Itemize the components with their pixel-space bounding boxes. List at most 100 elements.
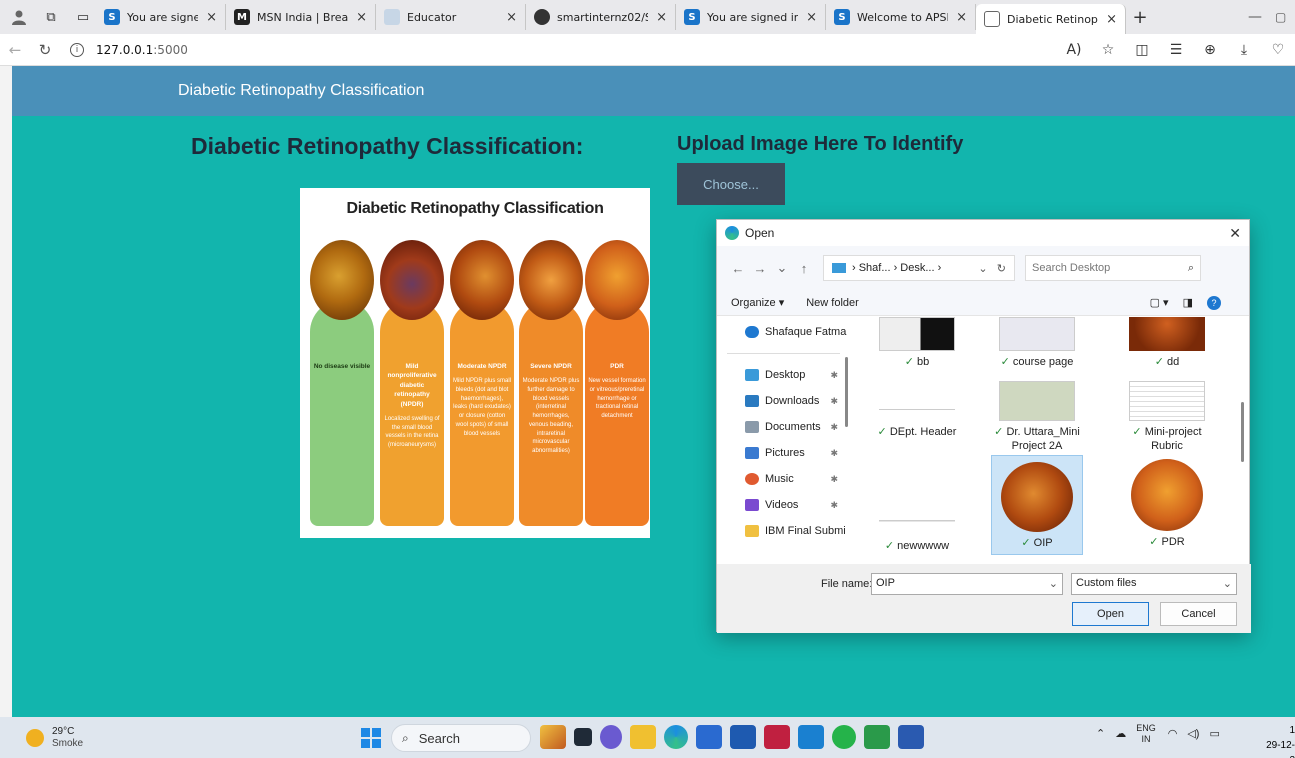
pycharm-icon[interactable] — [864, 725, 890, 749]
back-icon[interactable]: ← — [0, 41, 30, 59]
tab-educator[interactable]: Educator × — [376, 4, 526, 30]
tab-github[interactable]: smartinternz02/SI-C × — [526, 4, 676, 30]
close-icon[interactable]: × — [356, 10, 367, 25]
minimize-icon[interactable]: — — [1235, 9, 1275, 25]
tab-msn[interactable]: M MSN India | Breakin × — [226, 4, 376, 30]
file-item-course-page[interactable]: ✓ course page — [993, 317, 1081, 369]
open-button[interactable]: Open — [1072, 602, 1149, 626]
split-screen-icon[interactable]: ◫ — [1125, 42, 1159, 58]
nav-item-downloads[interactable]: Downloads ✱ — [717, 388, 850, 414]
nav-item-desktop[interactable]: Desktop ✱ — [717, 362, 850, 388]
info-icon[interactable]: i — [70, 42, 84, 57]
forward-icon[interactable]: → — [749, 261, 771, 276]
downloads-icon[interactable]: ⤓ — [1227, 42, 1261, 58]
organize-button[interactable]: Organize ▾ — [731, 296, 784, 309]
close-icon[interactable]: × — [506, 10, 517, 25]
lens-icon[interactable] — [730, 725, 756, 749]
file-item-newwwww[interactable]: ✓ newwwww — [873, 459, 961, 553]
scrollbar[interactable] — [845, 357, 848, 427]
file-item-pdr[interactable]: ✓ PDR — [1123, 459, 1211, 549]
mcafee-icon[interactable] — [764, 725, 790, 749]
chevron-down-icon[interactable]: ⌄ — [771, 260, 793, 276]
view-options-icon[interactable]: ▢ ▾ — [1150, 296, 1169, 309]
pin-icon[interactable]: ✱ — [830, 396, 838, 407]
nav-item-videos[interactable]: Videos ✱ — [717, 492, 850, 518]
app-icon[interactable] — [798, 725, 824, 749]
close-icon[interactable]: × — [1106, 12, 1117, 27]
back-icon[interactable]: ← — [727, 261, 749, 276]
close-icon[interactable]: × — [956, 10, 967, 25]
close-icon[interactable]: × — [206, 10, 217, 25]
store-icon[interactable] — [696, 725, 722, 749]
file-name-field[interactable]: OIP ⌄ — [871, 573, 1063, 595]
whatsapp-icon[interactable] — [832, 725, 856, 749]
battery-icon[interactable]: ▭ — [1209, 727, 1219, 740]
refresh-icon[interactable]: ⌄ ↻ — [978, 262, 1006, 275]
up-icon[interactable]: ↑ — [793, 261, 815, 276]
scrollbar[interactable] — [1241, 402, 1244, 462]
tab-actions-icon[interactable]: ▭ — [70, 4, 96, 30]
wifi-icon[interactable]: ◠ — [1168, 727, 1178, 740]
refresh-icon[interactable]: ↻ — [30, 41, 60, 59]
preview-pane-icon[interactable]: ◨ — [1183, 296, 1193, 309]
chevron-down-icon[interactable]: ⌄ — [1223, 577, 1232, 590]
edge-icon[interactable] — [664, 725, 688, 749]
favorites-icon[interactable]: ☰ — [1159, 42, 1193, 58]
tab-signed-in-1[interactable]: S You are signed in as × — [96, 4, 226, 30]
workspaces-icon[interactable]: ⧉ — [38, 4, 64, 30]
profile-icon[interactable] — [6, 4, 32, 30]
collections-icon[interactable]: ⊕ — [1193, 42, 1227, 58]
tab-apsit[interactable]: S Welcome to APSIT × — [826, 4, 976, 30]
nav-item-music[interactable]: Music ✱ — [717, 466, 850, 492]
pin-icon[interactable]: ✱ — [830, 448, 838, 459]
nav-item-onedrive[interactable]: Shafaque Fatma — [717, 319, 850, 345]
file-item-bb[interactable]: ✓ bb — [873, 317, 961, 369]
maximize-icon[interactable]: ▢ — [1275, 10, 1295, 24]
file-item-dr-uttara[interactable]: ✓ Dr. Uttara_Mini Project 2A — [993, 381, 1081, 454]
nav-item-documents[interactable]: Documents ✱ — [717, 414, 850, 440]
chevron-up-icon[interactable]: ⌃ — [1096, 727, 1105, 740]
new-tab-button[interactable]: + — [1126, 7, 1154, 28]
close-icon[interactable]: × — [656, 10, 667, 25]
clock[interactable]: 1 29-12-2 — [1262, 723, 1295, 758]
taskbar-search[interactable]: ⌕ Search — [391, 724, 531, 752]
read-aloud-icon[interactable]: A) — [1057, 42, 1091, 58]
search-input[interactable]: Search Desktop ⌕ — [1025, 255, 1201, 281]
cloud-icon[interactable]: ☁ — [1115, 727, 1126, 740]
widgets-icon[interactable] — [540, 725, 566, 749]
file-type-select[interactable]: Custom files ⌄ — [1071, 573, 1237, 595]
cancel-button[interactable]: Cancel — [1160, 602, 1237, 626]
help-icon[interactable]: ? — [1207, 295, 1221, 310]
choose-file-button[interactable]: Choose... — [677, 163, 785, 205]
close-icon[interactable]: ✕ — [1229, 225, 1241, 242]
pin-icon[interactable]: ✱ — [830, 370, 838, 381]
windows-start-icon[interactable] — [361, 728, 381, 748]
volume-icon[interactable]: ◁) — [1187, 727, 1199, 740]
pin-icon[interactable]: ✱ — [830, 474, 838, 485]
weather-widget[interactable]: 29°C Smoke — [26, 726, 83, 750]
task-view-icon[interactable] — [574, 728, 592, 746]
file-item-mini-project-rubric[interactable]: ✓ Mini-project Rubric — [1123, 381, 1211, 454]
breadcrumb[interactable]: › Shaf... › Desk... › ⌄ ↻ — [823, 255, 1015, 281]
file-item-dept-header[interactable]: ✓ DEpt. Header — [873, 381, 961, 439]
new-folder-button[interactable]: New folder — [806, 297, 859, 309]
close-icon[interactable]: × — [806, 10, 817, 25]
tab-diabetic-retinopathy[interactable]: Diabetic Retinopath × — [976, 4, 1126, 34]
pin-icon[interactable]: ✱ — [830, 422, 838, 433]
nav-item-ibm-folder[interactable]: IBM Final Submi — [717, 518, 850, 544]
language-indicator[interactable]: ENG IN — [1136, 723, 1156, 745]
stage-name: Severe NPDR — [530, 363, 572, 370]
word-icon[interactable] — [898, 725, 924, 749]
favorite-star-icon[interactable]: ☆ — [1091, 42, 1125, 58]
file-item-oip[interactable]: ✓ OIP — [991, 455, 1083, 555]
chat-icon[interactable] — [600, 725, 622, 749]
file-explorer-icon[interactable] — [630, 725, 656, 749]
tab-signed-in-2[interactable]: S You are signed in as × — [676, 4, 826, 30]
chevron-down-icon[interactable]: ⌄ — [1049, 577, 1058, 590]
extensions-icon[interactable]: ♡ — [1261, 42, 1295, 58]
url-field[interactable]: i 127.0.0.1:5000 — [70, 42, 188, 57]
file-item-dd[interactable]: ✓ dd — [1123, 317, 1211, 369]
app-header-title[interactable]: Diabetic Retinopathy Classification — [178, 82, 424, 100]
nav-item-pictures[interactable]: Pictures ✱ — [717, 440, 850, 466]
pin-icon[interactable]: ✱ — [830, 500, 838, 511]
